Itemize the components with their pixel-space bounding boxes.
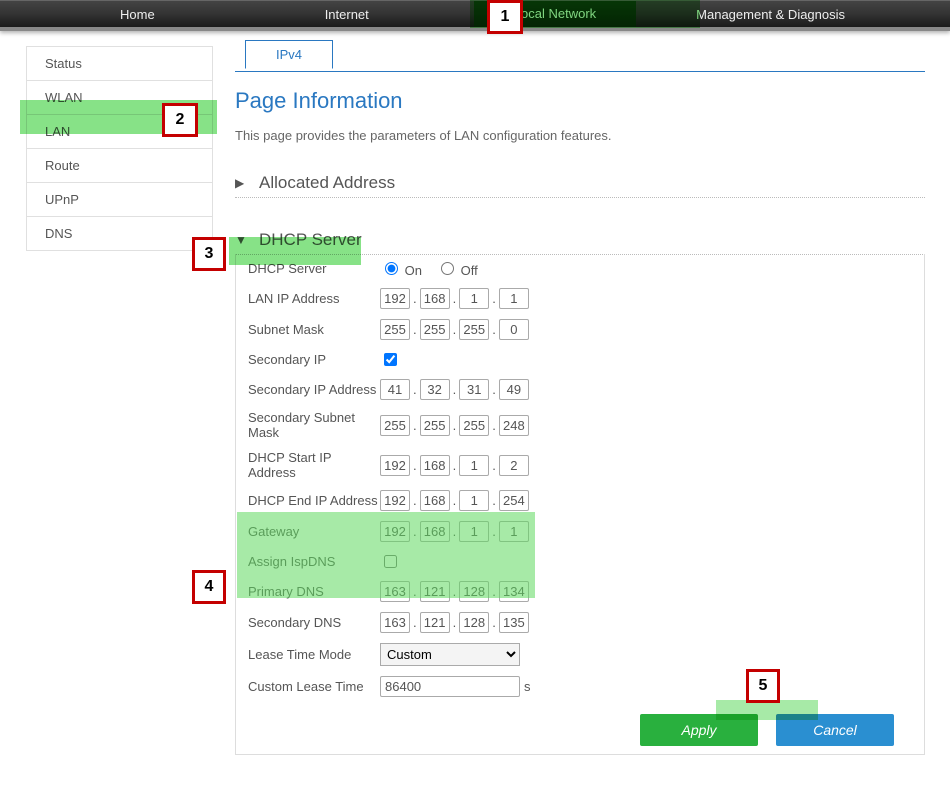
sec-sub-oct1[interactable] (380, 415, 410, 436)
secondary-dns-label: Secondary DNS (246, 615, 380, 630)
subnet-oct3[interactable] (459, 319, 489, 340)
dhcp-server-label: DHCP Server (246, 261, 380, 276)
page-title: Page Information (235, 88, 925, 114)
gateway-oct1[interactable] (380, 521, 410, 542)
pri-dns-oct4[interactable] (499, 581, 529, 602)
chevron-down-icon: ▼ (235, 233, 259, 247)
sec-ipaddr-oct3[interactable] (459, 379, 489, 400)
tab-ipv4[interactable]: IPv4 (245, 40, 333, 69)
dhcp-start-oct4[interactable] (499, 455, 529, 476)
dhcp-start-label: DHCP Start IP Address (246, 450, 380, 480)
sec-sub-oct4[interactable] (499, 415, 529, 436)
custom-lease-label: Custom Lease Time (246, 679, 380, 694)
lease-mode-label: Lease Time Mode (246, 647, 380, 662)
subnet-oct1[interactable] (380, 319, 410, 340)
chevron-right-icon: ▶ (235, 176, 259, 190)
sec-ipaddr-oct2[interactable] (420, 379, 450, 400)
sec-dns-oct1[interactable] (380, 612, 410, 633)
subnet-oct4[interactable] (499, 319, 529, 340)
dhcp-on-radio[interactable] (385, 262, 398, 275)
lease-mode-select[interactable]: Custom (380, 643, 520, 666)
secondary-ip-addr-label: Secondary IP Address (246, 382, 380, 397)
gateway-oct2[interactable] (420, 521, 450, 542)
dhcp-off-radio[interactable] (441, 262, 454, 275)
dhcp-on-option[interactable]: On (380, 259, 422, 278)
sec-sub-oct2[interactable] (420, 415, 450, 436)
assign-ispdns-checkbox[interactable] (384, 555, 397, 568)
subnet-label: Subnet Mask (246, 322, 380, 337)
tab-row: IPv4 (235, 41, 925, 72)
pri-dns-oct3[interactable] (459, 581, 489, 602)
lan-ip-oct2[interactable] (420, 288, 450, 309)
assign-ispdns-label: Assign IspDNS (246, 554, 380, 569)
sidebar-item-dns[interactable]: DNS (27, 217, 212, 251)
sec-ipaddr-oct1[interactable] (380, 379, 410, 400)
gateway-label: Gateway (246, 524, 380, 539)
lan-ip-oct3[interactable] (459, 288, 489, 309)
secondary-ip-checkbox[interactable] (384, 353, 397, 366)
section-dhcp-body: DHCP Server On Off LAN IP Address . . . … (235, 254, 925, 755)
custom-lease-unit: s (524, 679, 531, 694)
dhcp-end-oct3[interactable] (459, 490, 489, 511)
apply-button[interactable]: Apply (640, 714, 758, 746)
sidebar: Status WLAN LAN Route UPnP DNS (26, 46, 213, 251)
dhcp-off-option[interactable]: Off (436, 259, 478, 278)
top-nav: Home Internet Local Network Management &… (0, 0, 950, 31)
callout-2: 2 (162, 103, 198, 137)
dhcp-end-oct2[interactable] (420, 490, 450, 511)
callout-3: 3 (192, 237, 226, 271)
cancel-button[interactable]: Cancel (776, 714, 894, 746)
nav-internet[interactable]: Internet (315, 7, 379, 22)
dhcp-start-oct2[interactable] (420, 455, 450, 476)
callout-1: 1 (487, 0, 523, 34)
sec-sub-oct3[interactable] (459, 415, 489, 436)
gateway-oct3[interactable] (459, 521, 489, 542)
pri-dns-oct1[interactable] (380, 581, 410, 602)
secondary-ip-label: Secondary IP (246, 352, 380, 367)
dhcp-start-oct1[interactable] (380, 455, 410, 476)
lan-ip-label: LAN IP Address (246, 291, 380, 306)
gateway-oct4[interactable] (499, 521, 529, 542)
dhcp-end-label: DHCP End IP Address (246, 493, 380, 508)
pri-dns-oct2[interactable] (420, 581, 450, 602)
section-allocated-header[interactable]: ▶ Allocated Address (235, 169, 925, 198)
sidebar-item-route[interactable]: Route (27, 149, 212, 183)
primary-dns-label: Primary DNS (246, 584, 380, 599)
button-bar: Apply Cancel (236, 702, 924, 746)
dhcp-end-oct4[interactable] (499, 490, 529, 511)
sidebar-item-upnp[interactable]: UPnP (27, 183, 212, 217)
main-content: IPv4 Page Information This page provides… (235, 31, 950, 793)
subnet-oct2[interactable] (420, 319, 450, 340)
sec-dns-oct2[interactable] (420, 612, 450, 633)
callout-5: 5 (746, 669, 780, 703)
lan-ip-oct4[interactable] (499, 288, 529, 309)
sec-ipaddr-oct4[interactable] (499, 379, 529, 400)
section-allocated-title: Allocated Address (259, 173, 395, 193)
secondary-subnet-label: Secondary Subnet Mask (246, 410, 380, 440)
section-dhcp-header[interactable]: ▼ DHCP Server (235, 226, 925, 254)
page-description: This page provides the parameters of LAN… (235, 128, 925, 143)
custom-lease-input[interactable] (380, 676, 520, 697)
sec-dns-oct3[interactable] (459, 612, 489, 633)
sidebar-item-status[interactable]: Status (27, 47, 212, 81)
lan-ip-oct1[interactable] (380, 288, 410, 309)
section-dhcp-title: DHCP Server (259, 230, 362, 250)
sec-dns-oct4[interactable] (499, 612, 529, 633)
dhcp-end-oct1[interactable] (380, 490, 410, 511)
dhcp-start-oct3[interactable] (459, 455, 489, 476)
nav-management[interactable]: Management & Diagnosis (686, 7, 855, 22)
nav-home[interactable]: Home (110, 7, 165, 22)
callout-4: 4 (192, 570, 226, 604)
